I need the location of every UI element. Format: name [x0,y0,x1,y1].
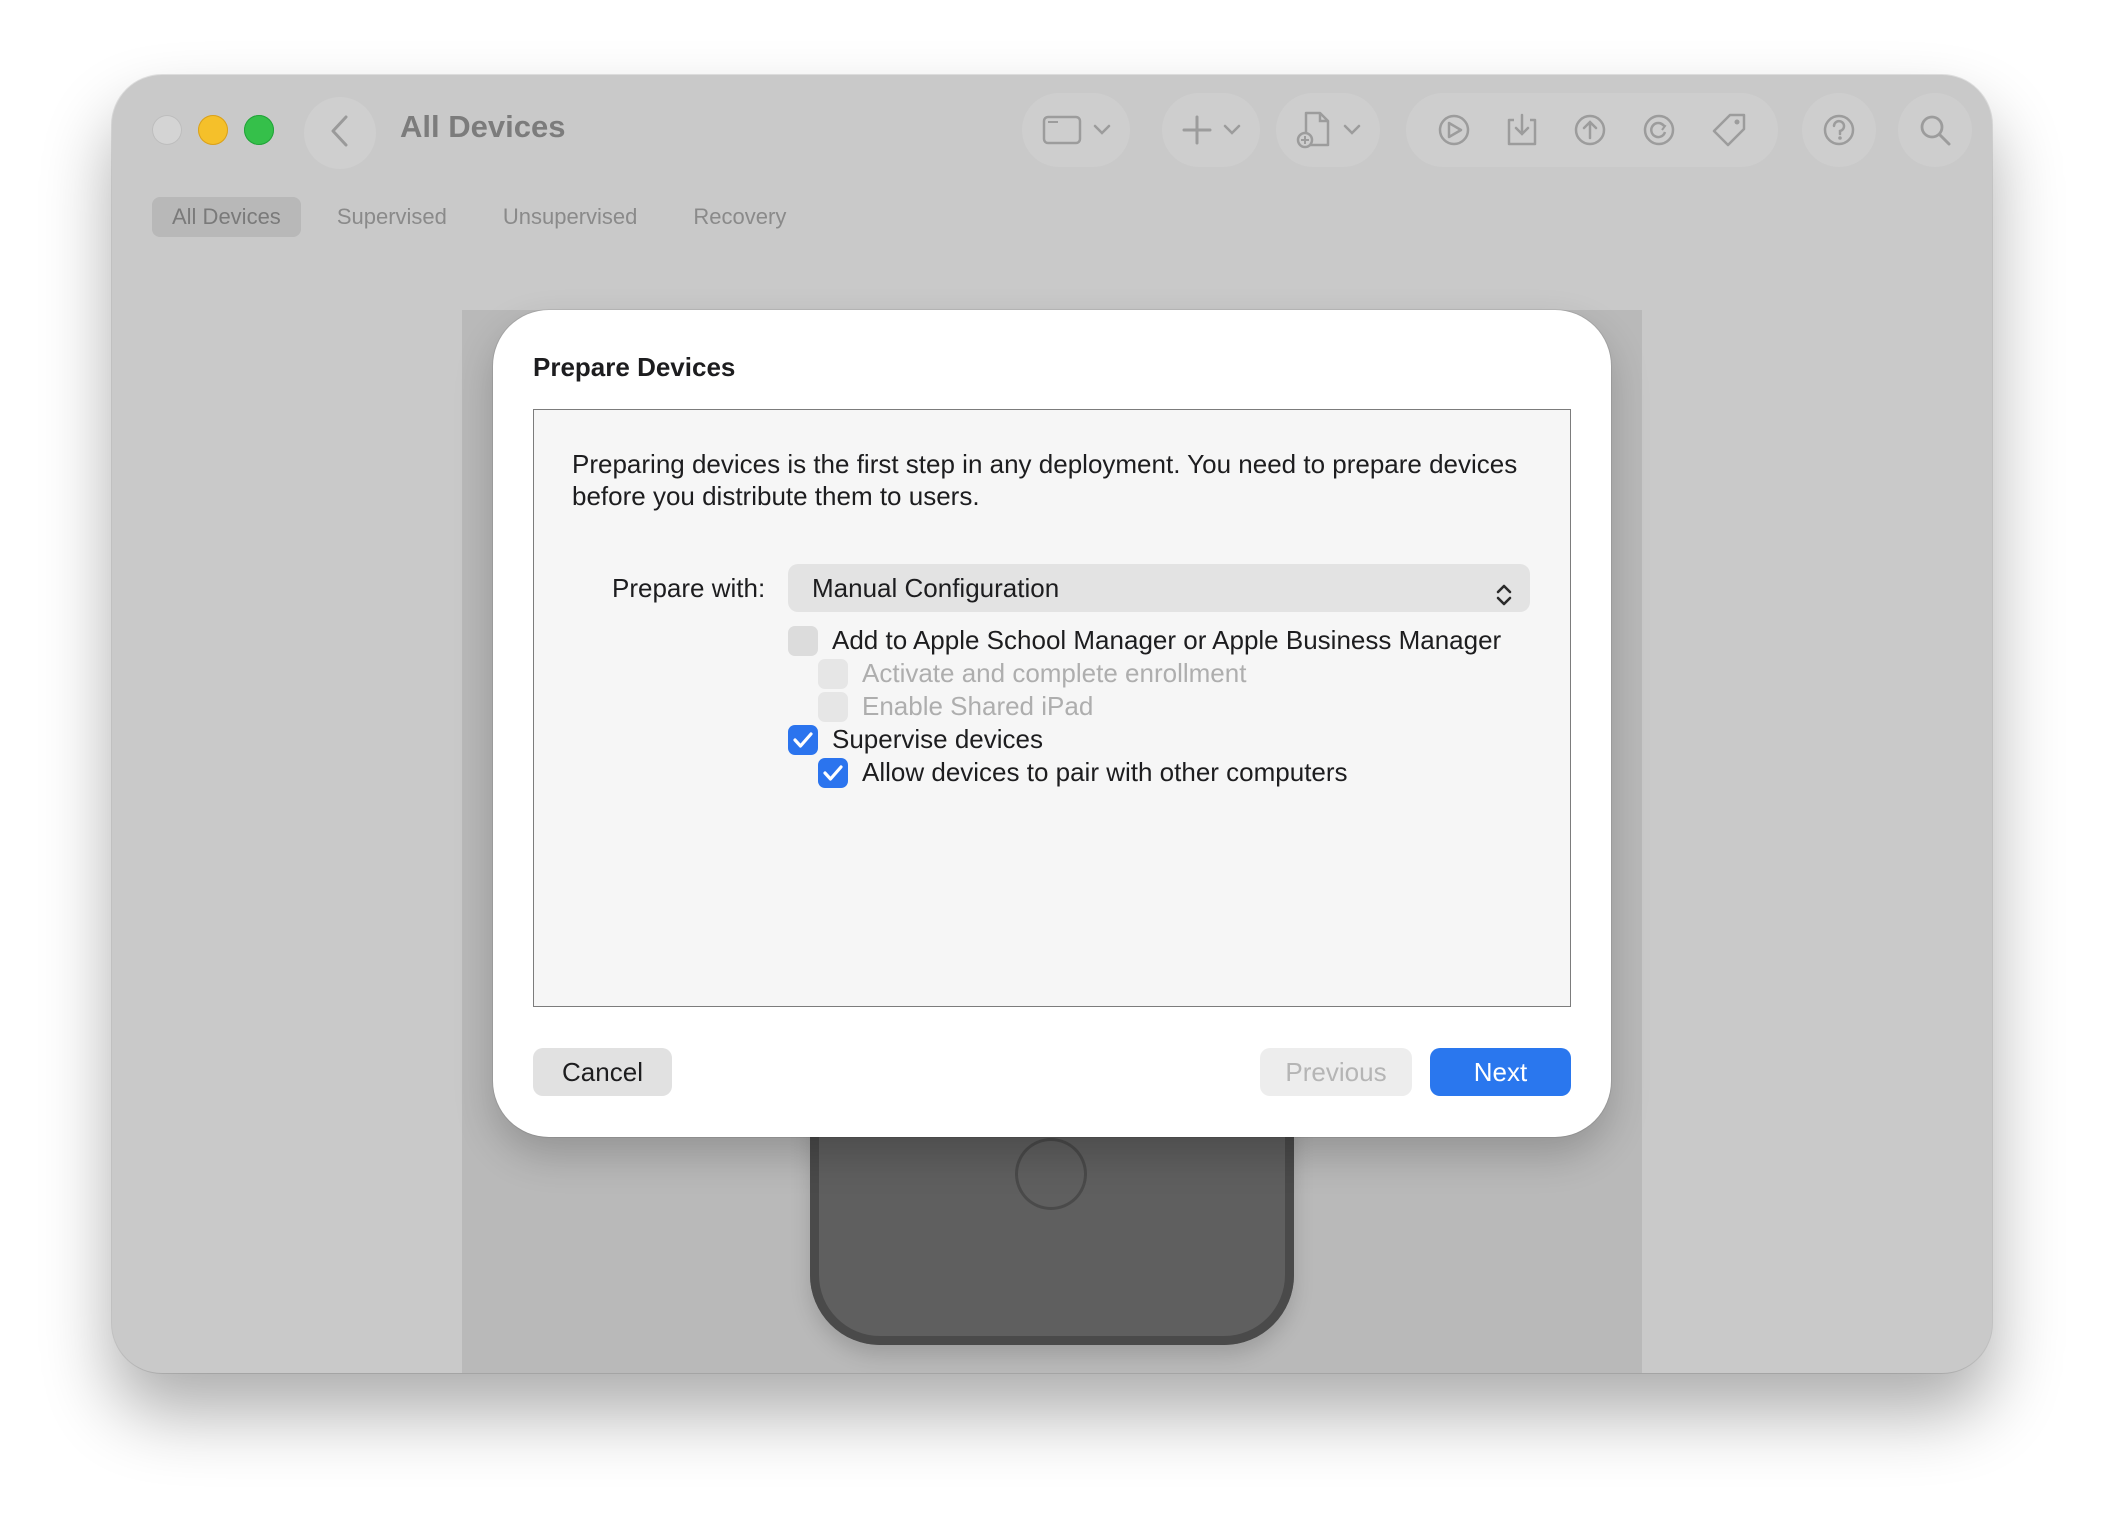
back-button[interactable] [304,97,376,169]
tab-supervised[interactable]: Supervised [317,197,467,237]
chevron-down-icon [1093,124,1111,136]
search-icon [1917,112,1953,148]
checkmark-icon [823,764,843,781]
checkbox-add-to-asm-abm[interactable] [788,625,818,656]
checkbox-allow-pairing[interactable] [818,757,848,788]
help-icon [1821,112,1857,148]
add-button[interactable] [1162,93,1260,167]
download-icon[interactable] [1505,112,1539,148]
upload-icon[interactable] [1572,112,1608,148]
tag-icon[interactable] [1710,111,1748,149]
option-label: Allow devices to pair with other compute… [862,757,1348,787]
tab-unsupervised[interactable]: Unsupervised [483,197,658,237]
previous-button[interactable]: Previous [1260,1048,1412,1096]
phone-home-button [1015,1138,1087,1210]
plus-icon [1181,114,1213,146]
dialog-title: Prepare Devices [533,352,736,382]
prepare-with-value: Manual Configuration [812,573,1060,603]
next-button[interactable]: Next [1430,1048,1571,1096]
checkbox-supervise-devices[interactable] [788,724,818,755]
option-enable-shared-ipad: Enable Shared iPad [818,691,1093,722]
minimize-window-button[interactable] [198,115,228,145]
cancel-button[interactable]: Cancel [533,1048,672,1096]
checkbox-enable-shared-ipad [818,691,848,722]
checkmark-icon [793,731,813,748]
option-allow-pairing[interactable]: Allow devices to pair with other compute… [818,757,1348,788]
window-title: All Devices [400,109,566,144]
search-button[interactable] [1898,93,1972,167]
up-down-chevron-icon [1494,575,1514,623]
sidebar-view-icon [1042,115,1082,145]
tab-recovery[interactable]: Recovery [673,197,806,237]
option-label: Enable Shared iPad [862,691,1094,721]
new-document-icon [1296,111,1332,149]
view-options-button[interactable] [1022,93,1130,167]
tab-all-devices[interactable]: All Devices [152,197,301,237]
apps-icon[interactable] [1436,112,1472,148]
zoom-window-button[interactable] [244,115,274,145]
chevron-down-icon [1223,124,1241,136]
option-label: Add to Apple School Manager or Apple Bus… [832,625,1502,655]
chevron-down-icon [1343,124,1361,136]
option-supervise-devices[interactable]: Supervise devices [788,724,1043,755]
prepare-devices-dialog: Prepare Devices Preparing devices is the… [493,310,1611,1137]
prepare-with-select[interactable]: Manual Configuration [788,564,1530,612]
prepare-with-label: Prepare with: [612,573,766,603]
restore-icon[interactable] [1641,112,1677,148]
help-button[interactable] [1802,93,1876,167]
close-window-button[interactable] [152,115,182,145]
filter-tabs: All Devices Supervised Unsupervised Reco… [152,197,822,237]
device-actions-group [1406,93,1778,167]
dialog-description: Preparing devices is the first step in a… [572,449,1518,511]
option-label: Supervise devices [832,724,1043,754]
option-add-to-asm-abm[interactable]: Add to Apple School Manager or Apple Bus… [788,625,1501,656]
dialog-content-box: Preparing devices is the first step in a… [533,409,1571,1007]
new-document-button[interactable] [1276,93,1380,167]
option-label: Activate and complete enrollment [862,658,1247,688]
option-activate-enrollment: Activate and complete enrollment [818,658,1246,689]
chevron-left-icon [329,114,351,153]
checkbox-activate-enrollment [818,658,848,689]
